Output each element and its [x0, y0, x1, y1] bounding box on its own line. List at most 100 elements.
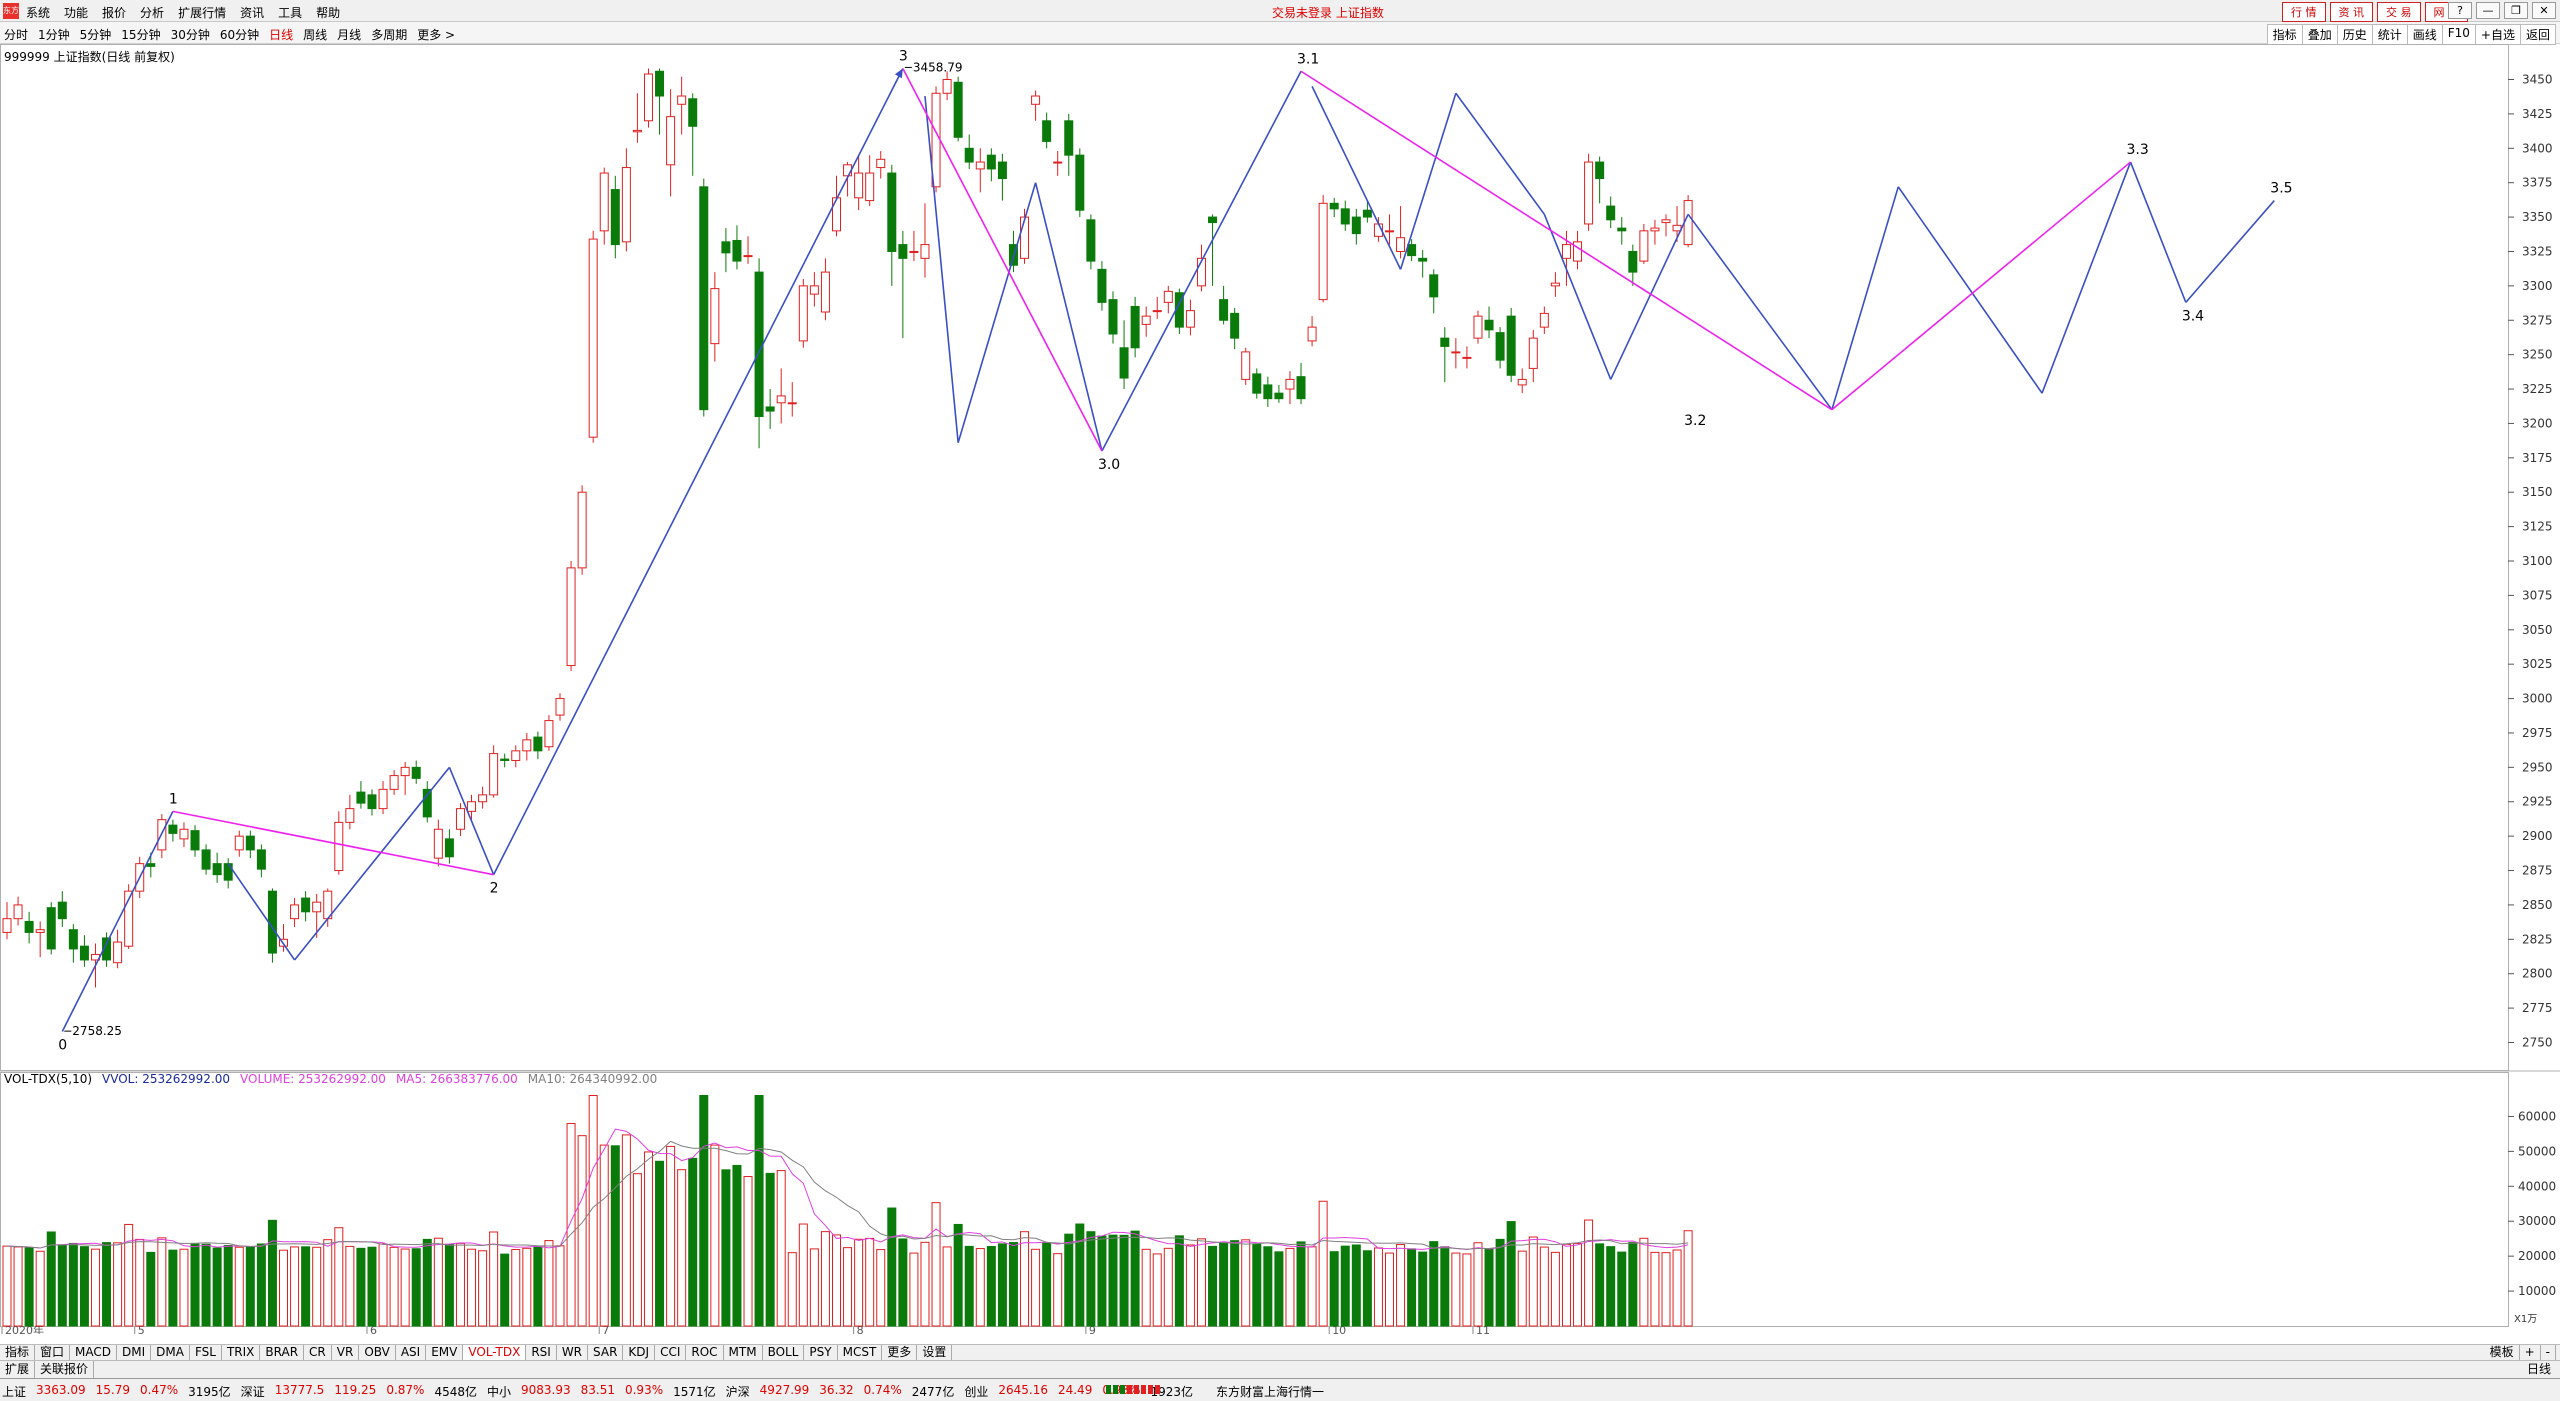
indicator-tab[interactable]: OBV	[359, 1345, 396, 1360]
candle	[1219, 285, 1229, 325]
candle-body	[975, 161, 985, 170]
sz-label[interactable]: 深证	[241, 1383, 265, 1400]
indicator-tab[interactable]: VR	[332, 1345, 360, 1360]
indicator-tab[interactable]: ROC	[686, 1345, 724, 1360]
template-button[interactable]: -	[2541, 1345, 2556, 1360]
close-icon[interactable]: ✕	[2532, 2, 2556, 19]
indicator-tab[interactable]: WR	[557, 1345, 589, 1360]
candle	[798, 278, 808, 348]
indicator-tab[interactable]: MTM	[724, 1345, 763, 1360]
volume-bar	[323, 1239, 333, 1327]
period-tab[interactable]: 周线	[303, 26, 327, 43]
menu-item[interactable]: 报价	[102, 4, 126, 21]
tool-button[interactable]: 画线	[2406, 24, 2443, 45]
period-tab[interactable]: 1分钟	[38, 26, 70, 43]
indicator-tab[interactable]: 指标	[0, 1345, 36, 1360]
indicator-tab[interactable]: PSY	[804, 1345, 838, 1360]
tool-button[interactable]: 叠加	[2301, 24, 2338, 45]
tool-button[interactable]: 统计	[2371, 24, 2408, 45]
candle-body	[168, 824, 178, 834]
maximize-icon[interactable]: ❐	[2504, 2, 2528, 19]
menu-item[interactable]: 资讯	[240, 4, 264, 21]
period-tab[interactable]: 分时	[4, 26, 28, 43]
tool-button[interactable]: 指标	[2266, 24, 2303, 45]
menu-item[interactable]: 扩展行情	[178, 4, 226, 21]
help-icon[interactable]: ?	[2448, 2, 2472, 19]
candle-body	[1097, 268, 1107, 303]
sh-label[interactable]: 上证	[2, 1383, 26, 1400]
tool-button[interactable]: 返回	[2519, 24, 2556, 45]
indicator-tab[interactable]: BRAR	[260, 1345, 305, 1360]
tool-button[interactable]: 历史	[2336, 24, 2373, 45]
menu-item[interactable]: 帮助	[316, 4, 340, 21]
period-tab[interactable]: 月线	[337, 26, 361, 43]
candle	[168, 819, 178, 842]
menu-item[interactable]: 系统	[26, 4, 50, 21]
wave-line-blue	[227, 863, 296, 961]
period-tab[interactable]: 30分钟	[171, 26, 210, 43]
indicator-tab[interactable]: FSL	[190, 1345, 222, 1360]
template-button[interactable]: 模板	[2485, 1345, 2520, 1360]
indicator-tab[interactable]: CR	[304, 1345, 332, 1360]
volume-bar	[68, 1242, 78, 1327]
period-tab[interactable]: 更多 >	[417, 26, 455, 43]
indicator-tab[interactable]: TRIX	[222, 1345, 261, 1360]
minimize-icon[interactable]: —	[2476, 2, 2500, 19]
indicator-tab[interactable]: EMV	[426, 1345, 464, 1360]
cy-label[interactable]: 创业	[964, 1383, 988, 1400]
volume-bar	[909, 1252, 919, 1327]
wave-line-magenta	[1831, 161, 2132, 411]
indicator-tab[interactable]: KDJ	[623, 1345, 656, 1360]
zx-label[interactable]: 中小	[487, 1383, 511, 1400]
candle	[1462, 346, 1472, 369]
indicator-tab[interactable]: VOL-TDX	[463, 1345, 527, 1360]
menu-item[interactable]: 工具	[278, 4, 302, 21]
indicator-tab[interactable]: 更多	[882, 1345, 918, 1360]
candle	[887, 164, 897, 286]
indicator-tab[interactable]: DMA	[151, 1345, 190, 1360]
indicator-tab[interactable]: MACD	[70, 1345, 118, 1360]
tab-related-quotes[interactable]: 关联报价	[35, 1361, 95, 1378]
candle	[732, 225, 742, 270]
indicator-tab[interactable]: RSI	[526, 1345, 557, 1360]
menu-item[interactable]: 功能	[64, 4, 88, 21]
tab-extend[interactable]: 扩展	[0, 1361, 36, 1378]
period-bar: 分时 1分钟 5分钟 15分钟 30分钟 60分钟 日线 周线 月线 多周期 更多 > 指标 叠加 历史…	[0, 22, 2560, 45]
kline-chart[interactable]: 2750 2775 2800 2825 2850 2875 2900 2925 2950 2975…	[0, 44, 2560, 1337]
volume-bar	[157, 1237, 167, 1327]
indicator-tab[interactable]: MCST	[838, 1345, 883, 1360]
quote-button[interactable]: 行 情	[2282, 2, 2326, 22]
indicator-tab[interactable]: 设置	[917, 1345, 953, 1360]
candle-body	[290, 904, 300, 920]
candle	[1329, 197, 1339, 218]
indicator-tab[interactable]: DMI	[117, 1345, 152, 1360]
chart-area[interactable]: 2750 2775 2800 2825 2850 2875 2900 2925 2950 2975…	[0, 44, 2560, 1337]
template-button[interactable]: +	[2520, 1345, 2541, 1360]
candle-body	[378, 788, 388, 810]
candle-body	[212, 863, 222, 876]
candle	[1429, 269, 1439, 314]
news-button[interactable]: 资 讯	[2329, 2, 2373, 22]
candle-body	[522, 739, 532, 752]
indicator-tab[interactable]: 窗口	[35, 1345, 71, 1360]
tool-button[interactable]: +自选	[2474, 24, 2521, 45]
candle	[1130, 296, 1140, 358]
volume-bar	[1506, 1221, 1516, 1327]
menu-item[interactable]: 分析	[140, 4, 164, 21]
zx-percent: 0.93%	[624, 1383, 664, 1397]
y-tick-label: 2750	[2522, 1035, 2553, 1049]
indicator-tab[interactable]: BOLL	[763, 1345, 805, 1360]
indicator-tab[interactable]: CCI	[655, 1345, 687, 1360]
hs-label[interactable]: 沪深	[726, 1383, 750, 1400]
period-tab[interactable]: 日线	[269, 26, 293, 43]
trade-button[interactable]: 交 易	[2377, 2, 2421, 22]
period-tab[interactable]: 60分钟	[220, 26, 259, 43]
indicator-tab[interactable]: SAR	[588, 1345, 624, 1360]
period-tab[interactable]: 5分钟	[80, 26, 112, 43]
indicator-tab[interactable]: ASI	[396, 1345, 427, 1360]
candle-body	[1628, 250, 1638, 273]
period-tab[interactable]: 多周期	[371, 26, 407, 43]
tool-button[interactable]: F10	[2441, 24, 2476, 45]
sh-value: 3363.09	[36, 1383, 86, 1397]
period-tab[interactable]: 15分钟	[121, 26, 160, 43]
